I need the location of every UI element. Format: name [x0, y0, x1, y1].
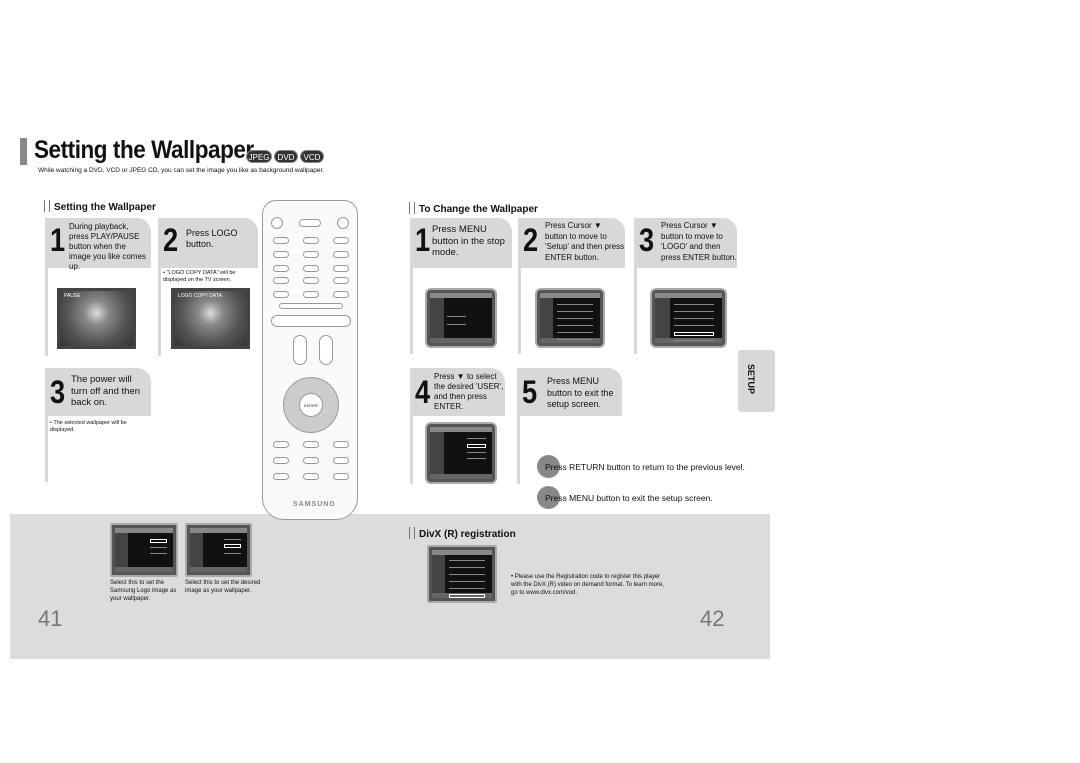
- step-2: 2 Press LOGO button.: [158, 218, 258, 268]
- logo-setup-screen: [650, 288, 727, 348]
- step-note: • The selected wallpaper will be display…: [50, 420, 127, 433]
- section-heading-left: Setting the Wallpaper: [44, 200, 156, 213]
- subtitle: While watching a DVD, VCD or JPEG CD, yo…: [38, 167, 325, 174]
- step-text: The power will turn off and then back on…: [71, 374, 141, 408]
- divider: [517, 412, 520, 484]
- title-bar-accent: [20, 138, 27, 165]
- tip-menu: Press MENU button to exit the setup scre…: [545, 493, 713, 503]
- step-number: 2: [163, 222, 179, 258]
- divider: [410, 412, 413, 484]
- page-number-right: 42: [700, 606, 725, 631]
- step-text: Press LOGO button.: [186, 228, 238, 249]
- user-select-screen: [425, 422, 497, 484]
- badge-dvd: DVD: [274, 150, 298, 163]
- caption-user: Select this to set the desired image as …: [185, 580, 261, 594]
- divider: [518, 266, 521, 354]
- step-number: 3: [50, 374, 66, 410]
- page-number-left: 41: [38, 606, 63, 631]
- tip-return: Press RETURN button to return to the pre…: [545, 462, 745, 472]
- step-text: Press Cursor ▼ button to move to 'Setup'…: [545, 221, 625, 262]
- step-change-1: 1 Press MENU button in the stop mode.: [410, 218, 512, 268]
- step-number: 4: [415, 374, 431, 410]
- step-change-2: 2 Press Cursor ▼ button to move to 'Setu…: [518, 218, 625, 268]
- samsung-logo: SAMSUNG: [293, 501, 336, 508]
- divider: [634, 266, 637, 354]
- step-text: During playback, press PLAY/PAUSE button…: [69, 222, 146, 271]
- step-text: Press ▼ to select the desired 'USER', an…: [434, 372, 504, 411]
- step-number: 3: [639, 222, 655, 258]
- divx-heading: DivX (R) registration: [409, 527, 516, 540]
- remote-control-illustration: ENTER SAMSUNG: [262, 200, 358, 520]
- step-note: • "LOGO COPY DATA" will be displayed on …: [163, 270, 236, 283]
- step-3: 3 The power will turn off and then back …: [45, 368, 151, 416]
- divx-note: • Please use the Registration code to re…: [511, 574, 664, 596]
- divx-screen: [427, 545, 497, 603]
- wallpaper-photo: PAUSE: [57, 288, 136, 349]
- step-text: Press MENU button to exit the setup scre…: [547, 376, 614, 409]
- logo-option-screen: [110, 523, 178, 577]
- step-number: 1: [50, 222, 66, 258]
- step-number: 2: [523, 222, 539, 258]
- step-change-4: 4 Press ▼ to select the desired 'USER', …: [410, 368, 505, 416]
- step-change-5: 5 Press MENU button to exit the setup sc…: [517, 368, 622, 416]
- setup-screen: [535, 288, 605, 348]
- step-text: Press MENU button in the stop mode.: [432, 224, 505, 258]
- step-number: 5: [522, 374, 538, 410]
- wallpaper-photo: LOGO COPY DATA: [171, 288, 250, 349]
- step-text: Press Cursor ▼ button to move to 'LOGO' …: [661, 221, 737, 262]
- step-1: 1 During playback, press PLAY/PAUSE butt…: [45, 218, 151, 271]
- divider: [410, 266, 413, 354]
- divider: [158, 266, 161, 356]
- menu-screen: [425, 288, 497, 348]
- section-heading-right: To Change the Wallpaper: [409, 202, 538, 215]
- user-option-screen: [185, 523, 252, 577]
- page-title: Setting the Wallpaper: [34, 136, 254, 164]
- divider: [45, 412, 48, 482]
- badge-jpeg: JPEG: [246, 150, 272, 163]
- divider: [45, 266, 48, 356]
- badge-vcd: VCD: [300, 150, 324, 163]
- step-change-3: 3 Press Cursor ▼ button to move to 'LOGO…: [634, 218, 737, 268]
- caption-logo: Select this to set the Samsung Logo imag…: [110, 580, 177, 602]
- setup-side-tab: SETUP: [738, 350, 775, 412]
- step-number: 1: [415, 222, 431, 258]
